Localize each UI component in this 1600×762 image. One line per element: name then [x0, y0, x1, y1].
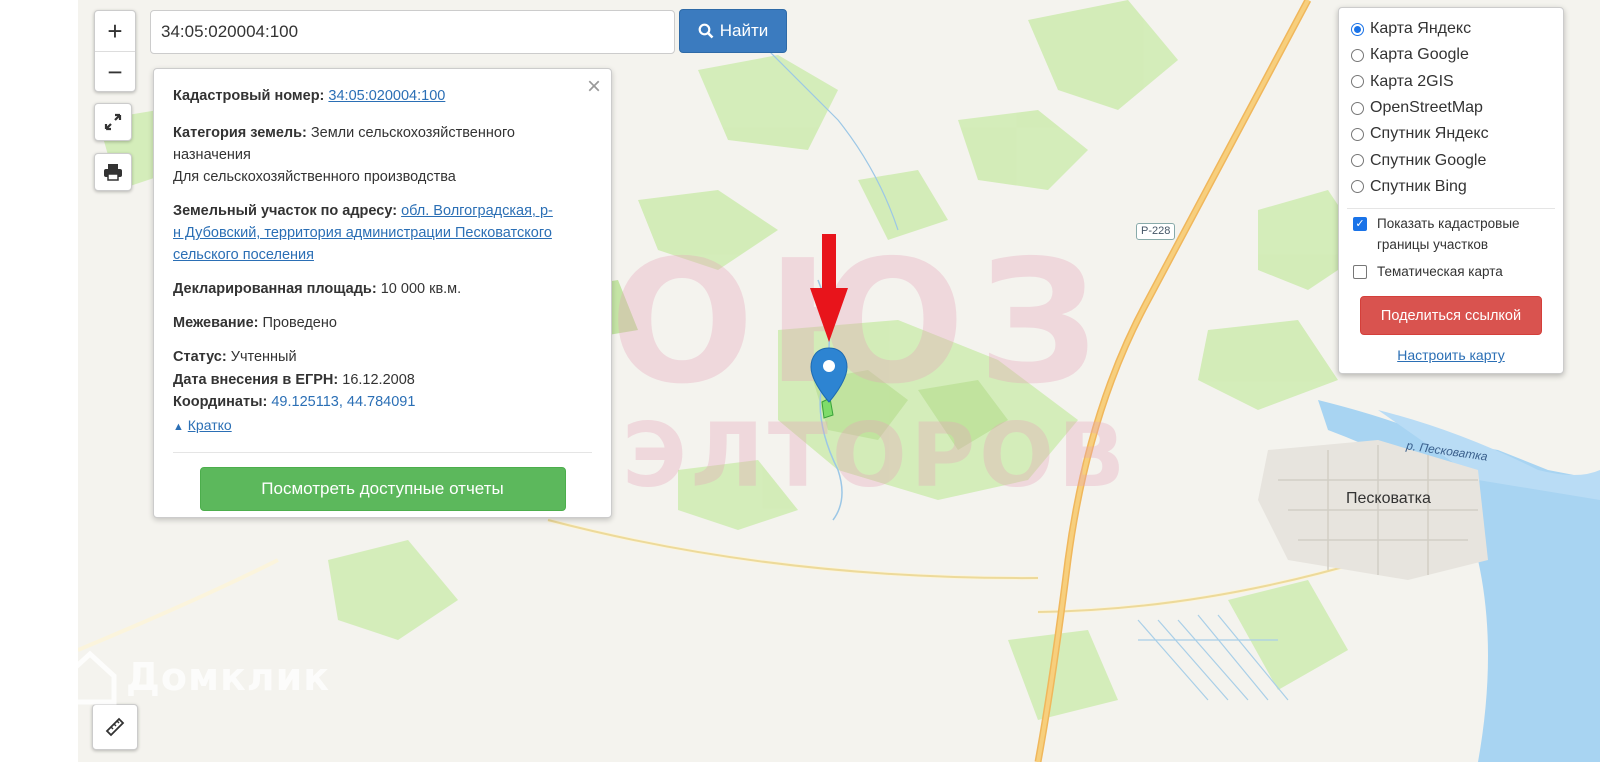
domclick-logo: Домклик — [60, 648, 330, 706]
layer-option-google-satellite[interactable]: Спутник Google — [1351, 147, 1551, 173]
survey-value: Проведено — [262, 315, 337, 331]
zoom-control: + − — [94, 10, 136, 92]
layer-label: Спутник Bing — [1370, 177, 1467, 195]
map-layers-panel: Карта Яндекс Карта Google Карта 2GIS Ope… — [1338, 7, 1564, 374]
coordinates-link[interactable]: 49.125113, 44.784091 — [271, 394, 415, 410]
land-category-value-2: назначения — [173, 147, 251, 163]
radio-selected-icon[interactable] — [1351, 22, 1364, 36]
land-category-value-1: Земли сельскохозяйственного — [310, 125, 515, 141]
find-button-label: Найти — [719, 21, 769, 40]
address-label: Земельный участок по адресу: — [173, 203, 398, 219]
zoom-out-button[interactable]: − — [95, 52, 135, 92]
checkbox-icon[interactable] — [1353, 265, 1367, 280]
layer-label: Спутник Яндекс — [1370, 125, 1489, 143]
share-link-button[interactable]: Поделиться ссылкой — [1360, 296, 1542, 336]
domclick-logo-text: Домклик — [126, 655, 331, 699]
triangle-up-icon: ▲ — [173, 420, 184, 433]
thematic-map-toggle[interactable]: Тематическая карта — [1351, 261, 1551, 282]
cad-number-link[interactable]: 34:05:020004:100 — [328, 88, 445, 104]
collapse-link[interactable]: Кратко — [188, 417, 232, 433]
checkbox-checked-icon[interactable]: ✓ — [1353, 217, 1367, 232]
layer-option-google-map[interactable]: Карта Google — [1351, 42, 1551, 68]
address-link-2[interactable]: н Дубовский, территория администрации Пе… — [173, 225, 552, 241]
radio-icon[interactable] — [1351, 48, 1364, 62]
find-button[interactable]: Найти — [679, 9, 787, 53]
search-icon — [698, 23, 714, 39]
land-category-label: Категория земель: — [173, 125, 307, 141]
layers-divider — [1347, 208, 1555, 210]
print-button[interactable] — [94, 153, 132, 191]
egrn-date-value: 16.12.2008 — [342, 371, 415, 388]
layer-label: Спутник Google — [1370, 151, 1487, 169]
area-value: 10 000 кв.м. — [380, 281, 462, 297]
cadastre-borders-label: Показать кадастровые границы участков — [1377, 216, 1520, 253]
layer-option-yandex-map[interactable]: Карта Яндекс — [1351, 16, 1551, 42]
address-link-1[interactable]: обл. Волгоградская, р- — [401, 203, 553, 219]
house-logo-icon — [63, 650, 117, 705]
radio-icon[interactable] — [1351, 180, 1364, 194]
expand-icon — [104, 113, 122, 131]
coordinates-label: Координаты: — [173, 394, 268, 410]
address-link-3[interactable]: сельского поселения — [173, 247, 314, 263]
layer-option-osm[interactable]: OpenStreetMap — [1351, 95, 1551, 121]
printer-icon — [104, 164, 122, 181]
radio-icon[interactable] — [1351, 127, 1364, 141]
cad-number-label: Кадастровый номер: — [173, 88, 325, 104]
ruler-button[interactable] — [92, 704, 138, 750]
ruler-icon — [105, 717, 125, 737]
cadastral-search-input[interactable] — [150, 10, 675, 54]
egrn-date-label: Дата внесения в ЕГРН: — [173, 371, 339, 388]
view-reports-button[interactable]: Посмотреть доступные отчеты — [199, 467, 566, 511]
layer-label: Карта Google — [1370, 46, 1469, 64]
zoom-in-button[interactable]: + — [95, 11, 135, 52]
survey-label: Межевание: — [173, 315, 259, 331]
collapse-toggle[interactable]: ▲ Кратко — [173, 414, 592, 439]
road-shield-r228: Р-228 — [1136, 223, 1176, 240]
place-label-peskovatka: Песковатка — [1346, 490, 1431, 507]
status-label: Статус: — [173, 349, 227, 365]
close-icon[interactable]: × — [587, 75, 601, 99]
layer-option-2gis-map[interactable]: Карта 2GIS — [1351, 69, 1551, 95]
layer-label: OpenStreetMap — [1370, 99, 1483, 117]
parcel-info-popup: × Кадастровый номер: 34:05:020004:100 Ка… — [153, 68, 612, 518]
configure-map-link[interactable]: Настроить карту — [1351, 347, 1551, 363]
layer-label: Карта 2GIS — [1370, 72, 1454, 90]
area-label: Декларированная площадь: — [173, 281, 377, 297]
radio-icon[interactable] — [1351, 154, 1364, 168]
land-use-value: Для сельскохозяйственного производства — [173, 169, 456, 185]
radio-icon[interactable] — [1351, 75, 1364, 89]
radio-icon[interactable] — [1351, 101, 1364, 115]
status-value: Учтенный — [230, 349, 297, 365]
fullscreen-button[interactable] — [94, 103, 132, 141]
layer-option-bing-satellite[interactable]: Спутник Bing — [1351, 174, 1551, 200]
popup-divider — [173, 452, 592, 453]
thematic-map-label: Тематическая карта — [1377, 264, 1503, 280]
cadastre-borders-toggle[interactable]: ✓ Показать кадастровые границы участков — [1351, 213, 1551, 255]
layer-option-yandex-satellite[interactable]: Спутник Яндекс — [1351, 121, 1551, 147]
layer-label: Карта Яндекс — [1370, 20, 1472, 38]
location-marker-icon[interactable] — [800, 230, 860, 420]
